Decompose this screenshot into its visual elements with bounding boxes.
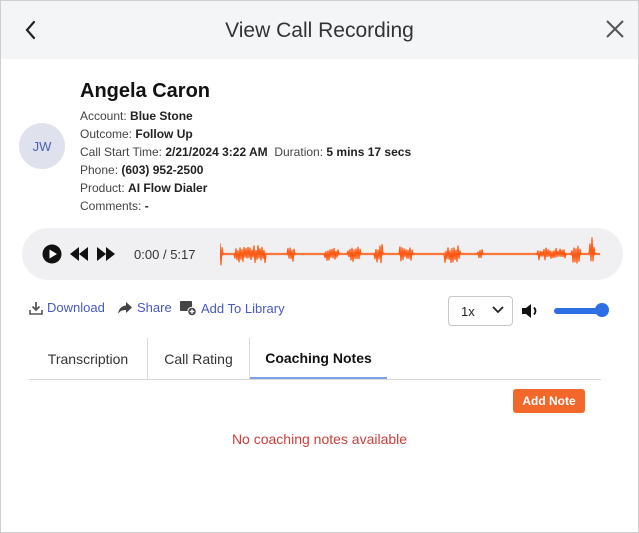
share-icon (118, 301, 132, 314)
add-note-button[interactable]: Add Note (513, 389, 585, 413)
tab-coaching-notes[interactable]: Coaching Notes (250, 338, 387, 379)
phone-row: Phone: (603) 952-2500 (80, 163, 204, 177)
avatar: JW (19, 123, 65, 169)
fast-forward-icon[interactable] (96, 247, 116, 266)
volume-icon[interactable] (521, 302, 543, 325)
empty-state-message: No coaching notes available (231, 431, 408, 447)
comments-row: Comments: - (80, 199, 149, 213)
account-row: Account: Blue Stone (80, 109, 193, 123)
outcome-row: Outcome: Follow Up (80, 127, 193, 141)
close-icon[interactable] (602, 16, 628, 42)
download-icon (29, 301, 43, 315)
volume-slider-handle[interactable] (595, 303, 609, 317)
play-icon[interactable] (42, 244, 62, 269)
tab-call-rating[interactable]: Call Rating (148, 338, 249, 379)
download-link[interactable]: Download (29, 300, 105, 315)
playback-speed-select[interactable]: 1x (448, 296, 513, 326)
tab-transcription[interactable]: Transcription (29, 338, 147, 379)
modal-header: View Call Recording (1, 1, 638, 59)
audio-player: 0:00 / 5:17 (22, 228, 623, 280)
product-row: Product: AI Flow Dialer (80, 181, 208, 195)
call-start-row: Call Start Time: 2/21/2024 3:22 AM Durat… (80, 145, 412, 159)
speed-value: 1x (461, 304, 475, 319)
page-title: View Call Recording (225, 19, 414, 42)
share-label: Share (137, 300, 172, 315)
add-to-library-link[interactable]: Add To Library (179, 300, 285, 316)
call-recording-modal: View Call Recording JW Angela Caron Acco… (0, 0, 639, 533)
contact-name: Angela Caron (80, 80, 211, 102)
rewind-icon[interactable] (69, 247, 89, 266)
share-link[interactable]: Share (117, 300, 172, 315)
library-add-icon (180, 301, 197, 316)
add-to-library-label: Add To Library (201, 300, 285, 316)
download-label: Download (47, 300, 105, 315)
waveform[interactable] (220, 234, 600, 274)
tab-bar: Transcription Call Rating Coaching Notes (29, 338, 601, 380)
playback-time: 0:00 / 5:17 (134, 247, 196, 262)
chevron-down-icon (492, 306, 504, 314)
